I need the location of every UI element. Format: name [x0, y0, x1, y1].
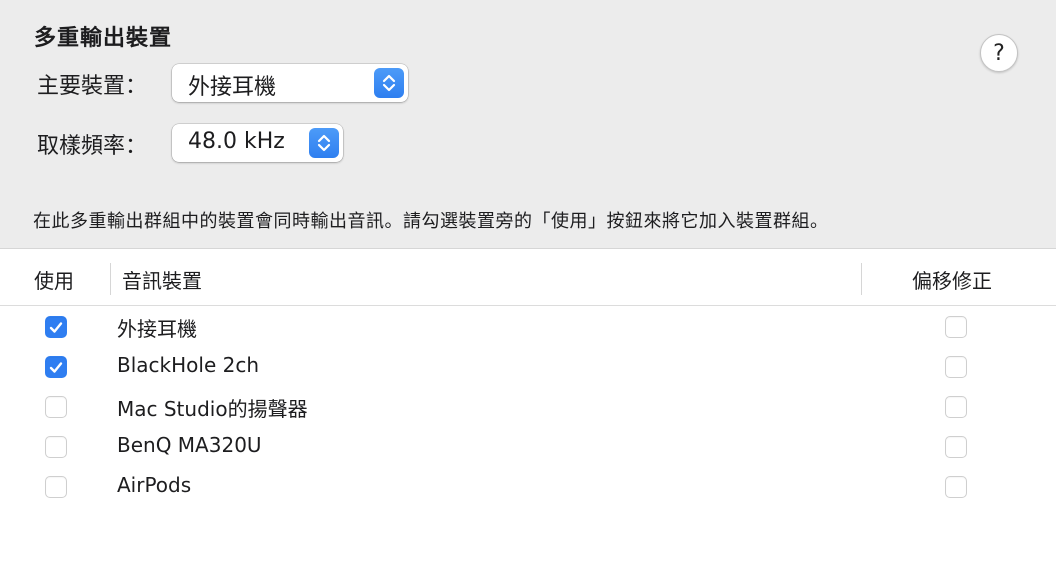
device-name: Mac Studio的揚聲器: [117, 397, 308, 421]
use-checkbox[interactable]: [45, 476, 67, 498]
device-name: BenQ MA320U: [117, 433, 262, 457]
drift-correction-checkbox[interactable]: [945, 356, 967, 378]
use-checkbox[interactable]: [45, 356, 67, 378]
column-divider[interactable]: [110, 263, 111, 295]
main-device-value: 外接耳機: [188, 75, 277, 100]
header-drift-correction[interactable]: 偏移修正: [912, 265, 992, 294]
column-divider[interactable]: [861, 263, 862, 295]
device-name: AirPods: [117, 473, 192, 497]
table-header: 使用 音訊裝置 偏移修正: [0, 249, 1056, 306]
table-row: Mac Studio的揚聲器: [0, 387, 1056, 427]
use-checkbox[interactable]: [45, 316, 67, 338]
chevron-up-down-icon: [374, 68, 404, 98]
main-device-label: 主要裝置：: [37, 74, 148, 99]
table-row: BlackHole 2ch: [0, 347, 1056, 387]
description-text: 在此多重輸出群組中的裝置會同時輸出音訊。請勾選裝置旁的「使用」按鈕來將它加入裝置…: [33, 211, 829, 232]
device-table: 使用 音訊裝置 偏移修正 外接耳機 BlackHole 2ch Mac Stud…: [0, 248, 1056, 561]
table-row: BenQ MA320U: [0, 427, 1056, 467]
sample-rate-value: 48.0 kHz: [188, 129, 285, 154]
drift-correction-checkbox[interactable]: [945, 396, 967, 418]
use-checkbox[interactable]: [45, 396, 67, 418]
drift-correction-checkbox[interactable]: [945, 476, 967, 498]
table-row: 外接耳機: [0, 307, 1056, 347]
checkmark-icon: [49, 362, 63, 373]
table-row: AirPods: [0, 467, 1056, 507]
device-name: 外接耳機: [117, 317, 197, 341]
panel-title: 多重輸出裝置: [34, 26, 173, 51]
device-name: BlackHole 2ch: [117, 353, 260, 377]
sample-rate-label: 取樣頻率：: [37, 134, 148, 159]
sample-rate-popup[interactable]: 48.0 kHz: [172, 124, 343, 162]
drift-correction-checkbox[interactable]: [945, 316, 967, 338]
use-checkbox[interactable]: [45, 436, 67, 458]
drift-correction-checkbox[interactable]: [945, 436, 967, 458]
help-button[interactable]: ?: [980, 34, 1018, 72]
header-use[interactable]: 使用: [34, 265, 74, 294]
header-audio-device[interactable]: 音訊裝置: [122, 265, 202, 294]
checkmark-icon: [49, 322, 63, 333]
settings-panel: 多重輸出裝置 ? 主要裝置： 外接耳機 取樣頻率： 48.0 kHz 在此多重輸…: [0, 0, 1056, 248]
main-device-popup[interactable]: 外接耳機: [172, 64, 408, 102]
chevron-up-down-icon: [309, 128, 339, 158]
